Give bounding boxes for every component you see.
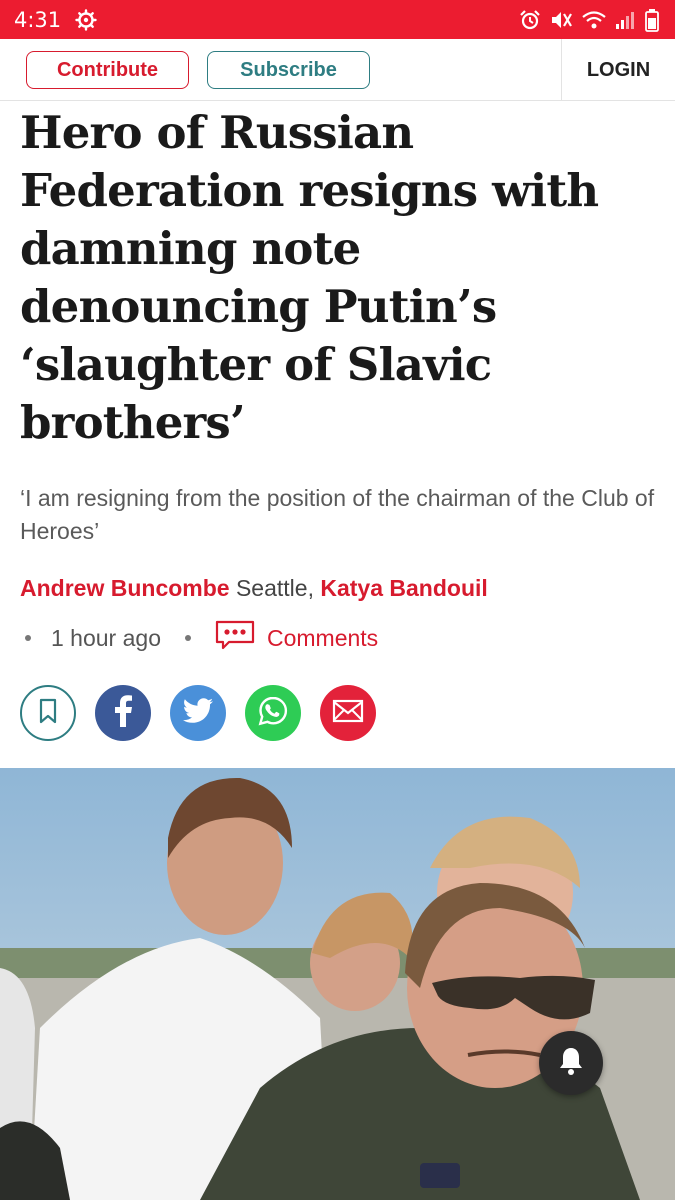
site-header: Contribute Subscribe LOGIN [0, 39, 675, 101]
email-share-button[interactable] [320, 685, 376, 741]
battery-icon [645, 8, 659, 32]
headline-line: denouncing Putin’s [20, 280, 497, 333]
status-time: 4:31 [14, 7, 62, 32]
twitter-icon [182, 697, 214, 729]
byline: Andrew Buncombe Seattle, Katya Bandouil [20, 575, 488, 602]
signal-icon [615, 9, 637, 31]
alarm-icon [519, 9, 541, 31]
email-icon [332, 699, 364, 728]
author-link[interactable]: Andrew Buncombe [20, 575, 230, 601]
bookmark-icon [37, 698, 59, 729]
mute-icon [549, 9, 573, 31]
bullet-dot [184, 635, 191, 641]
bookmark-button[interactable] [20, 685, 76, 741]
publish-time: 1 hour ago [51, 624, 161, 651]
settings-icon [75, 8, 97, 31]
comment-bubble-icon [215, 620, 255, 656]
wifi-icon [581, 9, 607, 31]
whatsapp-icon [257, 695, 289, 732]
byline-location: Seattle, [229, 575, 321, 601]
headline-line: brothers’ [20, 396, 246, 449]
status-bar: 4:31 [0, 0, 675, 39]
headline-line: ‘slaughter of Slavic [20, 338, 492, 391]
headline-line: damning note [20, 222, 361, 275]
contribute-button[interactable]: Contribute [26, 51, 189, 89]
article-photo-graphic [0, 768, 675, 1200]
article-headline: Hero of Russian Federation resigns with … [20, 104, 650, 452]
subscribe-button[interactable]: Subscribe [207, 51, 370, 89]
comments-label: Comments [266, 624, 379, 651]
facebook-icon [113, 694, 133, 732]
article-meta: 1 hour ago Comments [20, 620, 378, 656]
facebook-share-button[interactable] [95, 685, 151, 741]
twitter-share-button[interactable] [170, 685, 226, 741]
notification-bell-button[interactable] [539, 1031, 603, 1095]
share-bar [20, 685, 376, 741]
article-photo [0, 768, 675, 1200]
notification-bell-icon [557, 1046, 585, 1081]
headline-line: Hero of Russian [20, 106, 414, 159]
whatsapp-share-button[interactable] [245, 685, 301, 741]
login-button[interactable]: LOGIN [562, 39, 675, 101]
article-standfirst: ‘I am resigning from the position of the… [20, 485, 655, 544]
bullet-dot [25, 635, 31, 641]
comments-link[interactable]: Comments [215, 620, 378, 656]
headline-line: Federation resigns with [20, 164, 599, 217]
author-link[interactable]: Katya Bandouil [320, 575, 487, 601]
